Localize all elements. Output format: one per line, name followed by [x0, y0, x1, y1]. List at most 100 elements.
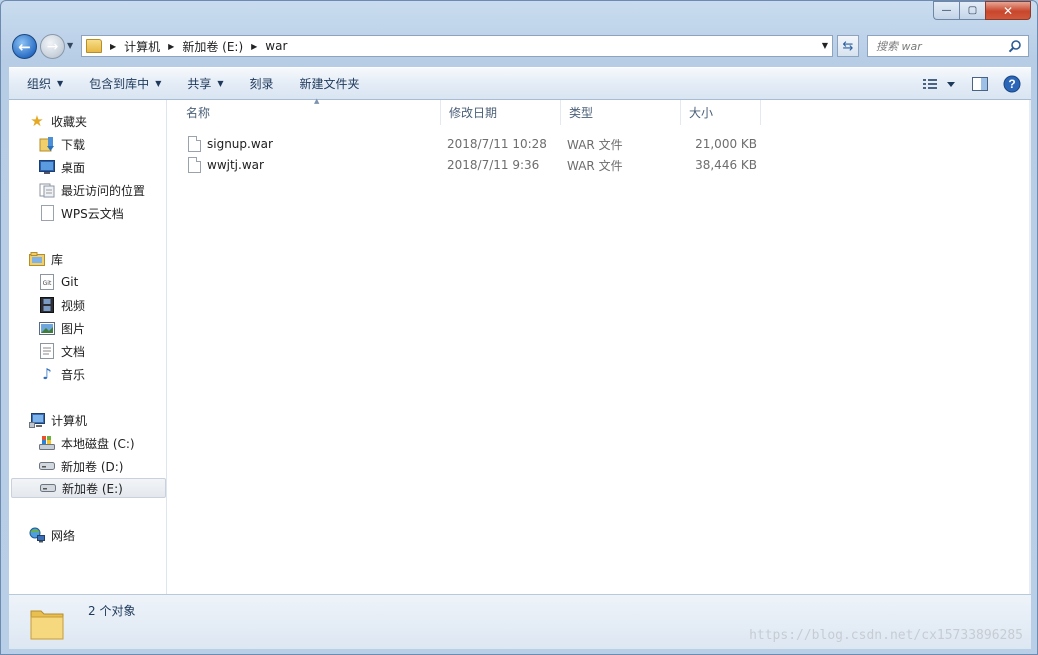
vertical-scrollbar[interactable]	[1029, 100, 1031, 594]
folder-icon	[86, 39, 102, 53]
sidebar-item-git[interactable]: Git Git	[39, 272, 78, 292]
file-modified: 2018/7/11 10:28	[447, 137, 547, 151]
help-button[interactable]: ?	[1001, 73, 1023, 95]
hard-drive-icon	[39, 458, 55, 474]
sidebar-item-label: 库	[51, 252, 64, 267]
minimize-button[interactable]: —	[933, 1, 959, 20]
chevron-right-icon[interactable]: ▶	[168, 42, 174, 51]
file-name-cell[interactable]: signup.war	[188, 134, 273, 154]
recent-places-icon	[39, 182, 55, 198]
sidebar-item-wps-cloud-docs[interactable]: WPS云文档	[39, 203, 124, 223]
column-header-label: 大小	[689, 106, 714, 120]
search-input[interactable]	[876, 39, 1006, 53]
sidebar-item-drive-e[interactable]: 新加卷 (E:)	[11, 478, 166, 498]
file-size: 21,000 KB	[695, 137, 757, 151]
sidebar-item-downloads[interactable]: 下载	[39, 134, 85, 154]
file-icon	[188, 157, 201, 173]
share-menu[interactable]: 共享 ▼	[187, 75, 223, 92]
sidebar-item-label: 新加卷 (D:)	[61, 459, 124, 474]
sidebar-item-label: 桌面	[61, 160, 86, 175]
sidebar-item-favorites[interactable]: ★ 收藏夹	[29, 111, 87, 131]
sidebar-item-label: 文档	[61, 344, 86, 359]
sidebar-item-label: 新加卷 (E:)	[62, 481, 123, 496]
explorer-window: — ▢ ✕ ← → ▼ ▶ 计算机 ▶ 新加卷 (E:) ▶ war ▼ ⇆ 搜…	[0, 0, 1038, 655]
command-bar: 组织 ▼ 包含到库中 ▼ 共享 ▼ 刻录 新建文件夹 ?	[9, 67, 1031, 100]
chevron-down-icon: ▼	[57, 79, 64, 88]
history-dropdown-icon[interactable]: ▼	[67, 41, 73, 50]
hard-drive-icon	[40, 480, 56, 496]
toolbar-right-icons: ?	[909, 73, 1023, 95]
column-header-date-modified[interactable]: 修改日期	[441, 100, 561, 125]
refresh-button[interactable]: ⇆	[837, 35, 859, 57]
new-folder-label: 新建文件夹	[299, 77, 360, 91]
table-row[interactable]: wwjtj.war 2018/7/11 9:36 WAR 文件 38,446 K…	[182, 155, 782, 175]
breadcrumb: ▶ 计算机 ▶ 新加卷 (E:) ▶ war	[102, 38, 287, 55]
search-box[interactable]	[867, 35, 1029, 57]
arrow-right-icon: →	[46, 38, 59, 55]
chevron-right-icon[interactable]: ▶	[251, 42, 257, 51]
include-in-library-label: 包含到库中	[89, 77, 150, 91]
sort-ascending-icon: ▲	[314, 97, 320, 105]
preview-pane-button[interactable]	[969, 73, 991, 95]
watermark-text: https://blog.csdn.net/cx15733896285	[749, 628, 1023, 643]
network-icon	[29, 527, 45, 543]
sidebar-item-computer[interactable]: 计算机	[29, 410, 87, 430]
view-options-button[interactable]	[919, 73, 959, 95]
include-in-library-menu[interactable]: 包含到库中 ▼	[89, 75, 161, 92]
sidebar-item-pictures[interactable]: 图片	[39, 318, 85, 338]
address-dropdown-icon[interactable]: ▼	[822, 41, 828, 50]
sidebar-item-label: 收藏夹	[51, 114, 88, 129]
libraries-icon	[29, 251, 45, 267]
git-library-icon: Git	[39, 274, 55, 290]
sidebar-item-drive-c[interactable]: 本地磁盘 (C:)	[39, 433, 135, 453]
sidebar-item-drive-d[interactable]: 新加卷 (D:)	[39, 456, 123, 476]
navigation-pane: ★ 收藏夹 下载 桌面 最近访问的位置 WPS云文档 库 Git Git 视频 …	[9, 100, 167, 594]
burn-button[interactable]: 刻录	[250, 75, 274, 92]
film-icon	[39, 297, 55, 313]
new-folder-button[interactable]: 新建文件夹	[300, 75, 360, 92]
breadcrumb-item-computer[interactable]: 计算机	[124, 38, 160, 55]
file-list: ▲ 名称 修改日期 类型 大小 signup.war 2018/7/11 10:…	[168, 97, 1031, 594]
address-bar[interactable]: ▶ 计算机 ▶ 新加卷 (E:) ▶ war ▼	[81, 35, 833, 57]
music-note-icon: ♪	[42, 365, 52, 383]
desktop-icon	[39, 159, 55, 175]
organize-menu[interactable]: 组织 ▼	[27, 75, 63, 92]
sidebar-item-label: 网络	[51, 528, 76, 543]
chevron-down-icon: ▼	[155, 79, 162, 88]
star-icon: ★	[30, 112, 44, 130]
maximize-button[interactable]: ▢	[959, 1, 985, 20]
column-header-name[interactable]: ▲ 名称	[178, 97, 441, 125]
navigation-bar: ← → ▼ ▶ 计算机 ▶ 新加卷 (E:) ▶ war ▼ ⇆	[9, 31, 1031, 61]
system-drive-icon	[39, 435, 55, 451]
sidebar-item-videos[interactable]: 视频	[39, 295, 85, 315]
file-type: WAR 文件	[567, 137, 623, 152]
search-icon[interactable]	[1008, 39, 1022, 53]
sidebar-item-desktop[interactable]: 桌面	[39, 157, 85, 177]
sidebar-item-recent-places[interactable]: 最近访问的位置	[39, 180, 145, 200]
sidebar-item-label: WPS云文档	[61, 206, 124, 221]
back-button[interactable]: ←	[12, 34, 37, 59]
folder-icon	[30, 610, 64, 640]
table-row[interactable]: signup.war 2018/7/11 10:28 WAR 文件 21,000…	[182, 134, 782, 154]
close-button[interactable]: ✕	[985, 1, 1031, 20]
file-name: wwjtj.war	[207, 158, 264, 172]
file-name: signup.war	[207, 137, 273, 151]
file-name-cell[interactable]: wwjtj.war	[188, 155, 264, 175]
sidebar-item-label: 音乐	[61, 367, 86, 382]
sidebar-item-label: 本地磁盘 (C:)	[61, 436, 135, 451]
file-modified: 2018/7/11 9:36	[447, 158, 540, 172]
sidebar-item-music[interactable]: ♪ 音乐	[39, 364, 85, 384]
column-header-size[interactable]: 大小	[681, 100, 761, 125]
column-header-type[interactable]: 类型	[561, 100, 681, 125]
sidebar-item-label: 图片	[61, 321, 86, 336]
breadcrumb-item-drive-e[interactable]: 新加卷 (E:)	[182, 38, 243, 55]
maximize-icon: ▢	[967, 5, 978, 16]
sidebar-item-label: Git	[61, 275, 79, 289]
sidebar-item-documents[interactable]: 文档	[39, 341, 85, 361]
chevron-right-icon[interactable]: ▶	[110, 42, 116, 51]
forward-button[interactable]: →	[40, 34, 65, 59]
sidebar-item-libraries[interactable]: 库	[29, 249, 63, 269]
sidebar-item-network[interactable]: 网络	[29, 525, 75, 545]
svg-text:Git: Git	[43, 280, 52, 287]
breadcrumb-item-war[interactable]: war	[265, 39, 287, 53]
